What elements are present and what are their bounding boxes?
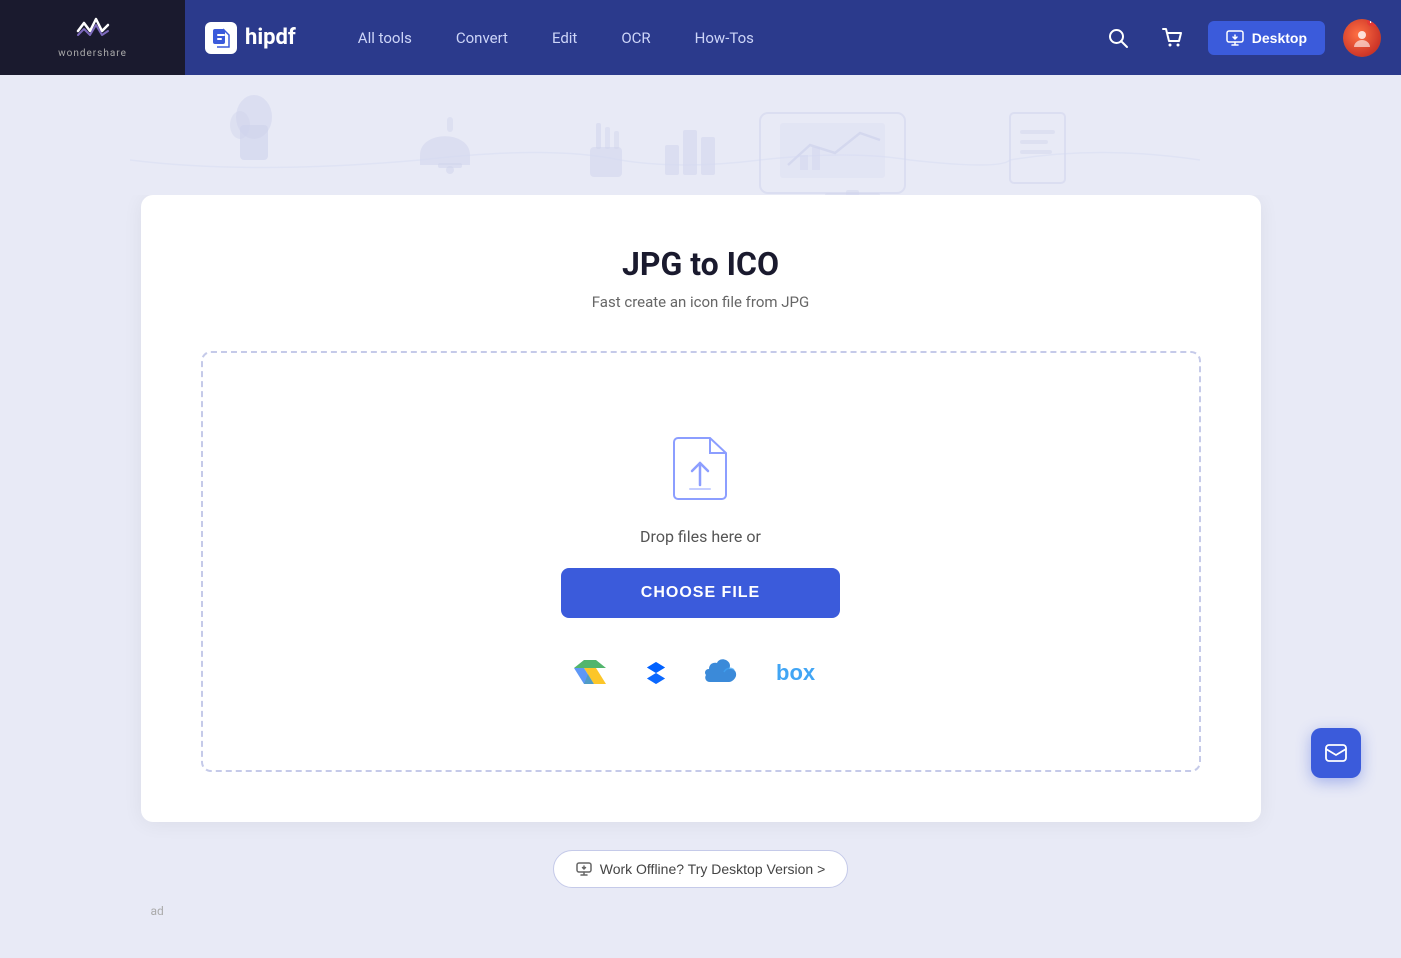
tool-subtitle: Fast create an icon file from JPG: [201, 293, 1201, 311]
drop-text: Drop files here or: [640, 527, 761, 546]
hipdf-text: hipdf: [245, 25, 296, 50]
cart-button[interactable]: [1154, 20, 1190, 56]
nav-convert[interactable]: Convert: [434, 0, 530, 75]
hipdf-icon: [205, 22, 237, 54]
wondershare-icon: [73, 16, 113, 46]
user-avatar[interactable]: Pro: [1343, 19, 1381, 57]
search-button[interactable]: [1100, 20, 1136, 56]
hipdf-logo[interactable]: hipdf: [205, 22, 296, 54]
nav-right: Desktop Pro: [1100, 19, 1401, 57]
navbar: wondershare hipdf All tools Convert Edit…: [0, 0, 1401, 75]
tool-title: JPG to ICO: [201, 245, 1201, 283]
main-content: JPG to ICO Fast create an icon file from…: [0, 195, 1401, 958]
offline-banner: Work Offline? Try Desktop Version >: [553, 850, 849, 888]
svg-text:box: box: [776, 660, 816, 685]
cloud-storage-icons: box: [572, 654, 829, 690]
google-drive-button[interactable]: [572, 656, 608, 688]
hero-decorations: [0, 75, 1401, 195]
desktop-btn-label: Desktop: [1252, 30, 1307, 46]
drop-zone[interactable]: Drop files here or CHOOSE FILE: [201, 351, 1201, 772]
tool-card: JPG to ICO Fast create an icon file from…: [141, 195, 1261, 822]
offline-text: Work Offline? Try Desktop Version >: [600, 861, 826, 877]
nav-all-tools[interactable]: All tools: [336, 0, 434, 75]
nav-edit[interactable]: Edit: [530, 0, 599, 75]
wondershare-logo: wondershare: [58, 16, 127, 59]
nav-ocr[interactable]: OCR: [599, 0, 672, 75]
floating-email-button[interactable]: [1311, 728, 1361, 778]
offline-desktop-button[interactable]: Work Offline? Try Desktop Version >: [553, 850, 849, 888]
upload-icon: [668, 433, 733, 507]
pro-badge: Pro: [1367, 19, 1381, 26]
desktop-button[interactable]: Desktop: [1208, 21, 1325, 55]
box-button[interactable]: box: [774, 658, 829, 686]
dropbox-button[interactable]: [638, 654, 674, 690]
wondershare-text: wondershare: [58, 48, 127, 59]
onedrive-button[interactable]: [704, 656, 744, 688]
choose-file-button[interactable]: CHOOSE FILE: [561, 568, 840, 618]
brand-logo[interactable]: wondershare: [0, 0, 185, 75]
ad-label: ad: [141, 904, 1261, 918]
hero-background: [0, 75, 1401, 195]
nav-links: All tools Convert Edit OCR How-Tos: [336, 0, 776, 75]
nav-how-tos[interactable]: How-Tos: [673, 0, 776, 75]
